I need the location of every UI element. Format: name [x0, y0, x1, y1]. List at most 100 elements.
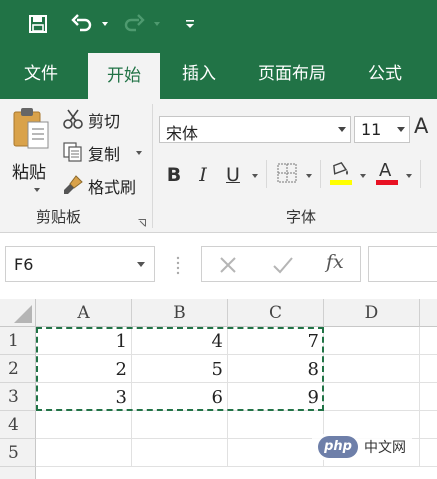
row-header-5[interactable]: 5: [0, 439, 36, 467]
format-painter-button[interactable]: 格式刷: [62, 172, 146, 198]
cell-c3[interactable]: 9: [228, 383, 324, 411]
underline-dropdown-icon[interactable]: [252, 174, 258, 178]
italic-button[interactable]: I: [192, 162, 214, 188]
customize-qat-icon[interactable]: [180, 10, 200, 38]
tab-formulas[interactable]: 公式: [352, 50, 418, 99]
cell-b5[interactable]: [132, 439, 228, 467]
redo-icon[interactable]: [120, 10, 148, 38]
chevron-down-icon: [137, 262, 145, 267]
name-box[interactable]: F6: [5, 246, 155, 282]
name-box-value: F6: [14, 255, 34, 274]
divider: [320, 160, 321, 188]
row-header-4[interactable]: 4: [0, 411, 36, 439]
divider: [420, 160, 421, 188]
cell-e2[interactable]: [420, 355, 437, 383]
watermark: php 中文网: [312, 434, 412, 460]
borders-icon: [277, 163, 297, 183]
cell-c2[interactable]: 8: [228, 355, 324, 383]
borders-dropdown-icon[interactable]: [306, 174, 312, 178]
cell-d2[interactable]: [324, 355, 420, 383]
font-color-dropdown-icon[interactable]: [406, 174, 412, 178]
borders-button[interactable]: [276, 162, 300, 186]
cell-d1[interactable]: [324, 327, 420, 355]
font-color-glyph: A: [379, 160, 392, 181]
quick-access-toolbar: [0, 0, 437, 50]
column-header-c[interactable]: C: [228, 299, 324, 327]
redo-dropdown-icon[interactable]: [150, 10, 164, 38]
bold-button[interactable]: B: [162, 162, 186, 188]
cell-a1[interactable]: 1: [36, 327, 132, 355]
cell-a3[interactable]: 3: [36, 383, 132, 411]
clipboard-group-label: 剪贴板: [36, 208, 82, 226]
fill-color-swatch: [330, 180, 352, 185]
copy-label: 复制: [88, 145, 121, 164]
resize-handle-icon[interactable]: [176, 255, 180, 275]
cell-e3[interactable]: [420, 383, 437, 411]
font-name-value: 宋体: [166, 124, 199, 143]
divider: [266, 160, 267, 188]
column-header-b[interactable]: B: [132, 299, 228, 327]
cell-e1[interactable]: [420, 327, 437, 355]
cancel-icon[interactable]: [218, 255, 238, 275]
cell-a4[interactable]: [36, 411, 132, 439]
cell-b3[interactable]: 6: [132, 383, 228, 411]
font-group-label: 字体: [286, 208, 317, 226]
cell-a5[interactable]: [36, 439, 132, 467]
paste-dropdown-icon: [34, 188, 40, 192]
cell-b4[interactable]: [132, 411, 228, 439]
column-header-d[interactable]: D: [324, 299, 420, 327]
tab-home[interactable]: 开始: [88, 53, 160, 99]
cell-d3[interactable]: [324, 383, 420, 411]
formula-input[interactable]: [368, 246, 437, 282]
cell-e4[interactable]: [420, 411, 437, 439]
format-painter-label: 格式刷: [88, 178, 137, 197]
copy-dropdown-icon: [136, 151, 142, 155]
paste-button[interactable]: 粘贴: [6, 104, 56, 196]
paint-bucket-icon: [333, 162, 348, 175]
copy-button[interactable]: 复制: [62, 139, 146, 165]
watermark-text: 中文网: [364, 440, 406, 456]
insert-function-button[interactable]: fx: [326, 251, 344, 273]
cell-b2[interactable]: 5: [132, 355, 228, 383]
fill-color-dropdown-icon[interactable]: [360, 174, 366, 178]
paintbrush-icon: [64, 175, 83, 194]
fill-color-button[interactable]: [328, 160, 354, 188]
select-all-corner[interactable]: [0, 299, 36, 327]
underline-button[interactable]: U: [220, 162, 246, 188]
tab-page-layout[interactable]: 页面布局: [244, 50, 340, 99]
font-size-value: 11: [361, 120, 382, 139]
cell-e5[interactable]: [420, 439, 437, 467]
group-divider: [152, 104, 153, 228]
paste-icon: [13, 108, 49, 149]
column-header-e[interactable]: [420, 299, 437, 327]
font-color-button[interactable]: A: [374, 160, 400, 188]
save-icon[interactable]: [24, 10, 52, 38]
font-color-swatch: [376, 180, 398, 185]
clipboard-launcher-icon[interactable]: [138, 212, 146, 227]
chevron-down-icon: [397, 127, 405, 132]
grow-font-button[interactable]: A: [414, 114, 428, 138]
chevron-down-icon: [338, 127, 346, 132]
watermark-logo: php: [318, 436, 358, 458]
font-name-combo[interactable]: 宋体: [159, 116, 351, 143]
cut-button[interactable]: 剪切: [62, 106, 132, 132]
tab-file[interactable]: 文件: [8, 50, 74, 99]
cell-c1[interactable]: 7: [228, 327, 324, 355]
row-header-3[interactable]: 3: [0, 383, 36, 411]
row-header-2[interactable]: 2: [0, 355, 36, 383]
row-header-1[interactable]: 1: [0, 327, 36, 355]
cell-a2[interactable]: 2: [36, 355, 132, 383]
cell-c4[interactable]: [228, 411, 324, 439]
font-size-combo[interactable]: 11: [354, 116, 410, 143]
paste-label: 粘贴: [12, 163, 46, 183]
enter-check-icon[interactable]: [272, 255, 294, 275]
cut-label: 剪切: [88, 112, 121, 131]
cell-b1[interactable]: 4: [132, 327, 228, 355]
cell-c5[interactable]: [228, 439, 324, 467]
row-header-6[interactable]: [0, 467, 36, 479]
undo-dropdown-icon[interactable]: [98, 10, 112, 38]
tab-insert[interactable]: 插入: [166, 50, 232, 99]
undo-icon[interactable]: [68, 10, 96, 38]
formula-buttons: fx: [201, 246, 361, 282]
column-header-a[interactable]: A: [36, 299, 132, 327]
